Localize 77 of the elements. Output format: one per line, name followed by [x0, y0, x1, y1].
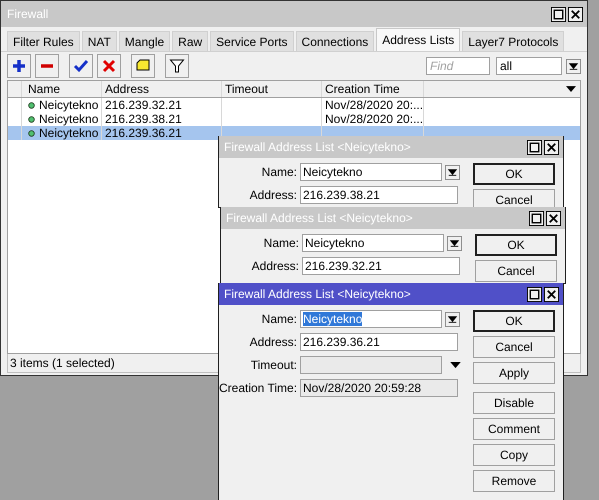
name-field[interactable]: Neicytekno: [302, 234, 444, 252]
table-cell: 216.239.36.21: [105, 126, 182, 140]
plus-icon: [11, 58, 27, 74]
maximize-icon[interactable]: [529, 210, 544, 226]
status-dot-icon: [28, 130, 35, 136]
address-field[interactable]: 216.239.38.21: [300, 186, 458, 204]
dialog-title: Firewall Address List <Neicytekno>: [224, 287, 411, 301]
close-icon[interactable]: [568, 6, 583, 22]
column-header[interactable]: Address: [102, 81, 222, 97]
add-button[interactable]: [7, 54, 31, 78]
dropdown-icon[interactable]: [447, 236, 462, 250]
dialog-button[interactable]: OK: [475, 234, 557, 256]
table-cell: 216.239.32.21: [105, 98, 182, 112]
tab[interactable]: Raw: [172, 31, 208, 51]
field-label: Name:: [260, 165, 297, 179]
column-header[interactable]: Creation Time: [322, 81, 424, 97]
cross-icon: [101, 58, 117, 74]
column-header[interactable]: Name: [22, 81, 102, 97]
close-icon[interactable]: [544, 286, 559, 302]
dialog-button[interactable]: OK: [473, 310, 555, 332]
dropdown-icon[interactable]: [566, 58, 581, 74]
table-cell: Nov/28/2020 20:...: [325, 98, 423, 112]
table-cell: 216.239.38.21: [105, 112, 182, 126]
maximize-icon[interactable]: [551, 6, 566, 22]
field-label: Timeout:: [250, 358, 297, 372]
remove-button[interactable]: [35, 54, 59, 78]
creation-time-field: Nov/28/2020 20:59:28: [300, 379, 458, 397]
table-cell: Neicytekno: [39, 98, 98, 112]
dropdown-icon[interactable]: [445, 312, 460, 326]
close-icon[interactable]: [544, 140, 559, 154]
check-icon: [73, 58, 89, 74]
dialog-button[interactable]: Remove: [473, 470, 555, 492]
dialog-button[interactable]: Disable: [473, 392, 555, 414]
status-text: 3 items (1 selected): [10, 356, 115, 370]
address-field[interactable]: 216.239.32.21: [302, 257, 460, 275]
status-dot-icon: [28, 116, 35, 122]
field-label: Name:: [260, 312, 297, 326]
dialog-button[interactable]: Cancel: [475, 260, 557, 282]
tab[interactable]: Filter Rules: [7, 31, 80, 51]
dialog-button[interactable]: OK: [473, 163, 555, 185]
dialog-button[interactable]: Cancel: [473, 336, 555, 358]
tab[interactable]: NAT: [82, 31, 117, 51]
name-field[interactable]: Neicytekno: [300, 163, 442, 181]
funnel-icon: [169, 58, 185, 74]
column-menu-icon[interactable]: [566, 86, 576, 92]
close-icon[interactable]: [546, 210, 561, 226]
column-header[interactable]: Timeout: [222, 81, 322, 97]
dropdown-arrow-icon[interactable]: [450, 362, 461, 368]
table-cell: Neicytekno: [39, 126, 98, 140]
enable-button[interactable]: [69, 54, 93, 78]
comment-button[interactable]: [131, 54, 155, 78]
dropdown-icon[interactable]: [445, 164, 460, 180]
tab[interactable]: Service Ports: [210, 31, 294, 51]
address-field[interactable]: 216.239.36.21: [300, 333, 458, 351]
table-cell: Nov/28/2020 20:...: [325, 112, 423, 126]
maximize-icon[interactable]: [527, 140, 542, 154]
field-label: Address:: [250, 259, 299, 273]
status-dot-icon: [28, 102, 35, 108]
name-field[interactable]: Neicytekno: [300, 310, 442, 328]
dialog-button[interactable]: Cancel: [473, 189, 555, 207]
field-label: Name:: [262, 236, 299, 250]
field-label: Creation Time:: [219, 381, 297, 395]
dialog-button[interactable]: Copy: [473, 444, 555, 466]
table-cell: Neicytekno: [39, 112, 98, 126]
field-label: Address:: [248, 335, 297, 349]
tab[interactable]: Address Lists: [376, 28, 460, 51]
tab[interactable]: Layer7 Protocols: [462, 31, 564, 51]
find-field[interactable]: Find: [426, 57, 490, 75]
field-label: Address:: [248, 188, 297, 202]
dialog-button[interactable]: Apply: [473, 362, 555, 384]
maximize-icon[interactable]: [527, 286, 542, 302]
tab[interactable]: Mangle: [118, 31, 170, 51]
tab[interactable]: Connections: [296, 31, 374, 51]
filter-button[interactable]: [165, 54, 189, 78]
disable-button[interactable]: [97, 54, 121, 78]
filter-dropdown[interactable]: all: [496, 57, 562, 75]
dialog-button[interactable]: Comment: [473, 418, 555, 440]
